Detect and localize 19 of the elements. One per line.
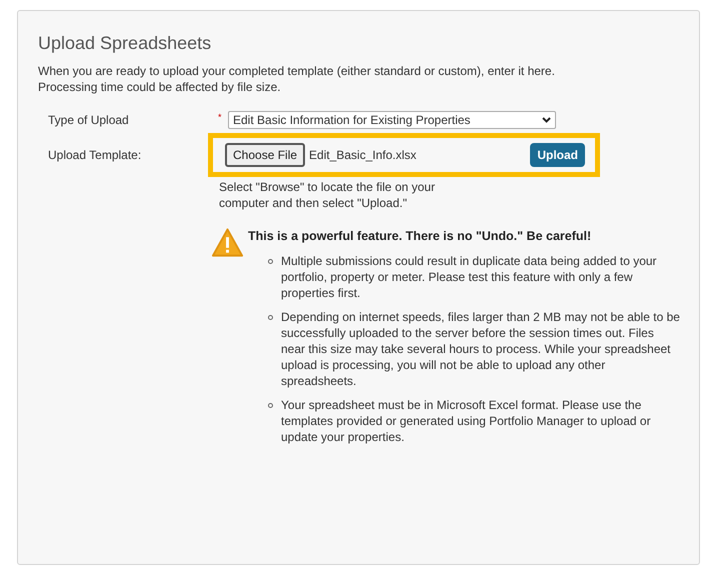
warning-item: Depending on internet speeds, files larger than 2 MB may not be able to be successfully uploaded to the server before the session times out. Files near this size may take several hours to process. While your spreadsheet upload is processing, you will not be able to upload any other spreadsheets. — [281, 309, 681, 390]
bullet-icon — [268, 315, 273, 320]
panel-title: Upload Spreadsheets — [38, 33, 212, 55]
panel-description: When you are ready to upload your completed template (either standard or custom), enter it here. Processing time could be affected by file size. — [38, 62, 556, 95]
upload-type-dropdown[interactable]: Edit Basic Information for Existing Properties — [228, 110, 556, 129]
help-text: Select "Browse" to locate the file on your computer and then select "Upload." — [219, 178, 436, 211]
file-name: Edit_Basic_Info.xlsx — [309, 146, 418, 164]
choose-file-button[interactable]: Choose File — [225, 142, 306, 167]
warning-item: Your spreadsheet must be in Microsoft Excel format. Please use the templates provided or generated using Portfolio Manager to upload or update your properties. — [281, 397, 652, 446]
type-of-upload-label: Type of Upload — [48, 112, 130, 129]
bullet-icon — [268, 403, 273, 408]
caret-icon — [542, 116, 551, 123]
warning-icon — [211, 226, 244, 259]
bullet-icon — [268, 259, 273, 264]
warning-heading: This is a powerful feature. There is no "Undo." Be careful! — [248, 228, 592, 245]
upload-button[interactable]: Upload — [530, 142, 585, 167]
upload-template-label: Upload Template: — [48, 146, 142, 164]
required-mark: * — [218, 110, 223, 124]
warning-item: Multiple submissions could result in duplicate data being added to your portfolio, property or meter. Please test this feature with only a few properties first. — [281, 253, 658, 302]
